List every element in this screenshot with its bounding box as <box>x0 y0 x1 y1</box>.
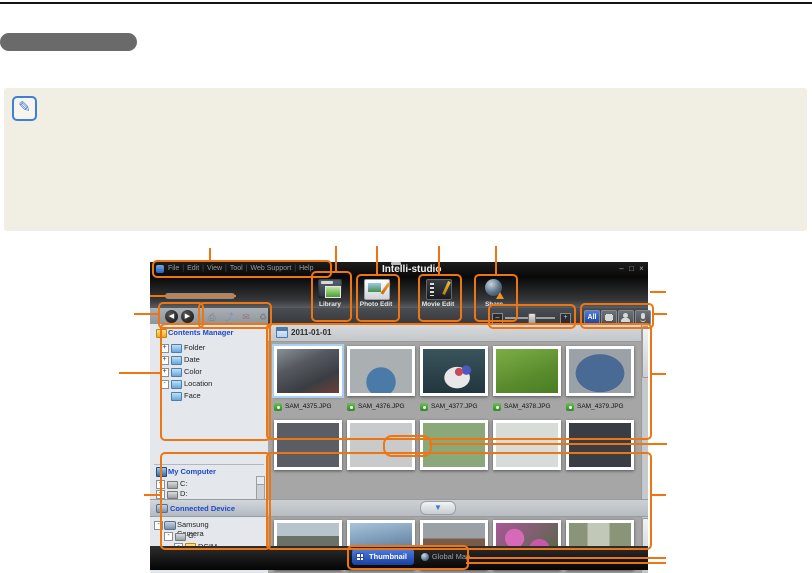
callout-line-zoom-slider <box>650 291 666 293</box>
callout-line-tab-global-map <box>466 562 666 564</box>
callout-menu-bar <box>152 260 332 278</box>
callout-line-movie-edit <box>438 246 440 275</box>
callout-line-library <box>335 246 337 273</box>
page: ✎ File | Edit | View | Tool | Web Suppor… <box>0 0 812 573</box>
callout-line-tab-thumbnail <box>466 557 666 559</box>
redacted-section-title <box>0 33 137 51</box>
note-box: ✎ <box>4 88 807 231</box>
callout-line-filters <box>652 313 667 315</box>
callout-photo-edit <box>356 274 400 322</box>
callout-line-contents-manager <box>119 372 161 374</box>
callout-contents-manager <box>160 323 271 441</box>
minimize-button[interactable]: – <box>617 264 626 273</box>
callout-line-menu <box>209 248 211 261</box>
callout-library <box>311 271 352 322</box>
close-button[interactable]: × <box>637 264 646 273</box>
callout-line-top-grid <box>650 373 666 375</box>
callout-line-divider-arrow <box>429 443 667 445</box>
callout-line-connected-device <box>144 494 161 496</box>
callout-line-share <box>495 246 497 275</box>
page-top-rule <box>0 2 812 4</box>
callout-line-action-icons <box>150 295 236 297</box>
callout-line-nav-arrows <box>134 313 159 315</box>
callout-connected-device <box>160 452 271 550</box>
callout-line-photo-edit <box>376 246 378 275</box>
maximize-button[interactable]: □ <box>627 264 636 273</box>
callout-top-grid <box>266 323 652 440</box>
callout-bottom-grid <box>266 452 652 550</box>
callout-line-bottom-grid <box>650 494 666 496</box>
callout-movie-edit <box>418 274 462 322</box>
note-pencil-icon: ✎ <box>12 96 37 121</box>
callout-bottom-tabs <box>347 545 469 570</box>
